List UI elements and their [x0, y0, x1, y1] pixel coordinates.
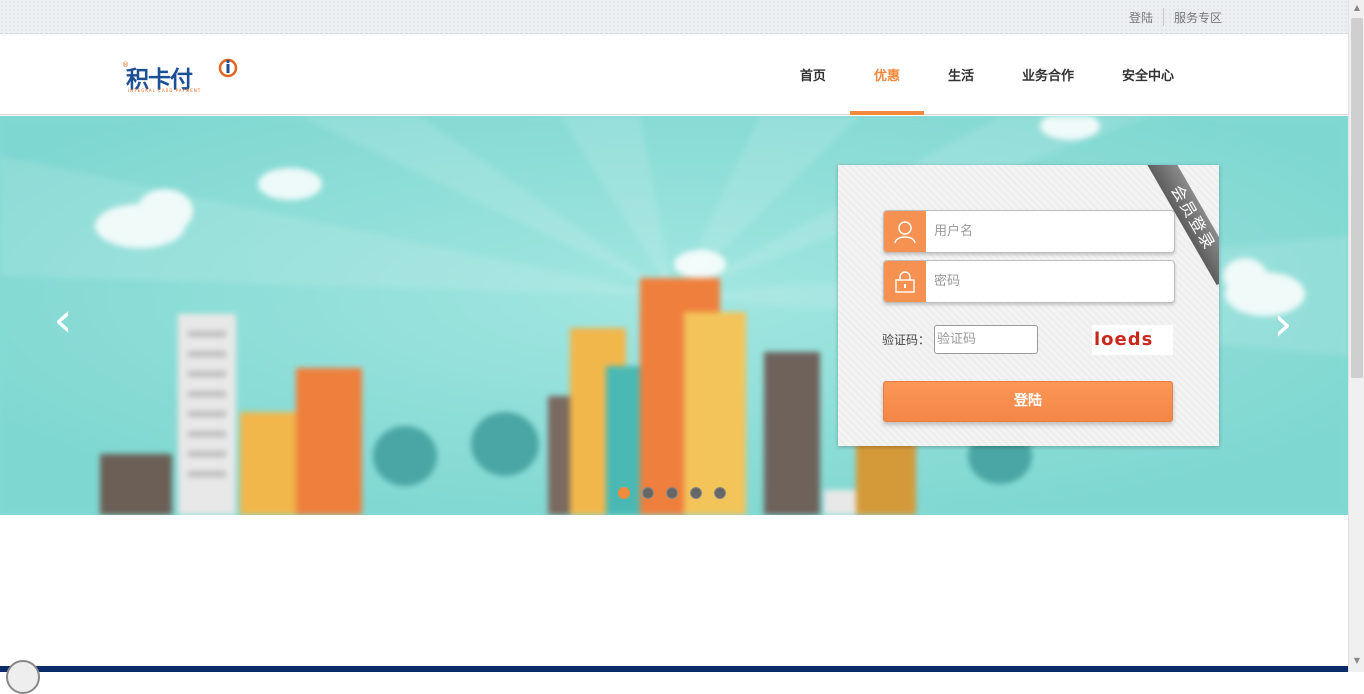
site-header: ® 积卡付 INTEGRAL CARD PAYMENT 首页 优惠 生活 业务合…: [0, 34, 1348, 115]
carousel-pagination: [618, 487, 726, 499]
nav-item-life[interactable]: 生活: [924, 34, 998, 114]
vertical-scrollbar[interactable]: ▲ ▼: [1348, 0, 1364, 672]
carousel-prev-button[interactable]: ‹: [48, 290, 78, 350]
captcha-input[interactable]: [934, 325, 1038, 354]
taskbar-strip: [0, 666, 1348, 672]
captcha-label: 验证码：: [882, 333, 931, 347]
captcha-image[interactable]: loeds: [1092, 325, 1173, 355]
main-nav: 首页 优惠 生活 业务合作 安全中心: [776, 34, 1198, 115]
lock-icon: [884, 261, 926, 302]
carousel-dot-3[interactable]: [666, 487, 678, 499]
password-input[interactable]: [926, 261, 1174, 302]
carousel-next-button[interactable]: ›: [1268, 294, 1298, 354]
nav-item-security-center[interactable]: 安全中心: [1098, 34, 1198, 114]
username-field: [883, 210, 1175, 253]
service-zone-link[interactable]: 服务专区: [1174, 9, 1222, 26]
top-utility-bar: 登陆 服务专区: [0, 0, 1348, 34]
site-logo[interactable]: ® 积卡付 INTEGRAL CARD PAYMENT: [122, 54, 242, 94]
logo-swoosh-icon: [218, 58, 238, 78]
nav-item-partnership[interactable]: 业务合作: [998, 34, 1098, 114]
login-submit-button[interactable]: 登陆: [883, 381, 1173, 422]
username-input[interactable]: [926, 211, 1174, 252]
top-links-divider: [1162, 8, 1164, 26]
carousel-dot-1[interactable]: [618, 487, 630, 499]
carousel-dot-4[interactable]: [690, 487, 702, 499]
scroll-down-icon[interactable]: ▼: [1352, 656, 1362, 666]
top-login-link[interactable]: 登陆: [1129, 9, 1153, 26]
scroll-up-icon[interactable]: ▲: [1352, 3, 1362, 13]
member-login-panel: 会员登录 验证码： loeds 登陆: [838, 165, 1219, 446]
start-button-icon[interactable]: [6, 660, 40, 694]
user-icon: [884, 211, 926, 252]
carousel-dot-2[interactable]: [642, 487, 654, 499]
scrollbar-thumb[interactable]: [1351, 18, 1363, 378]
password-field: [883, 260, 1175, 303]
logo-subtitle: INTEGRAL CARD PAYMENT: [128, 88, 202, 93]
top-links: 登陆 服务专区: [1129, 8, 1222, 26]
nav-item-home[interactable]: 首页: [776, 34, 850, 114]
carousel-dot-5[interactable]: [714, 487, 726, 499]
nav-item-deals[interactable]: 优惠: [849, 34, 924, 115]
